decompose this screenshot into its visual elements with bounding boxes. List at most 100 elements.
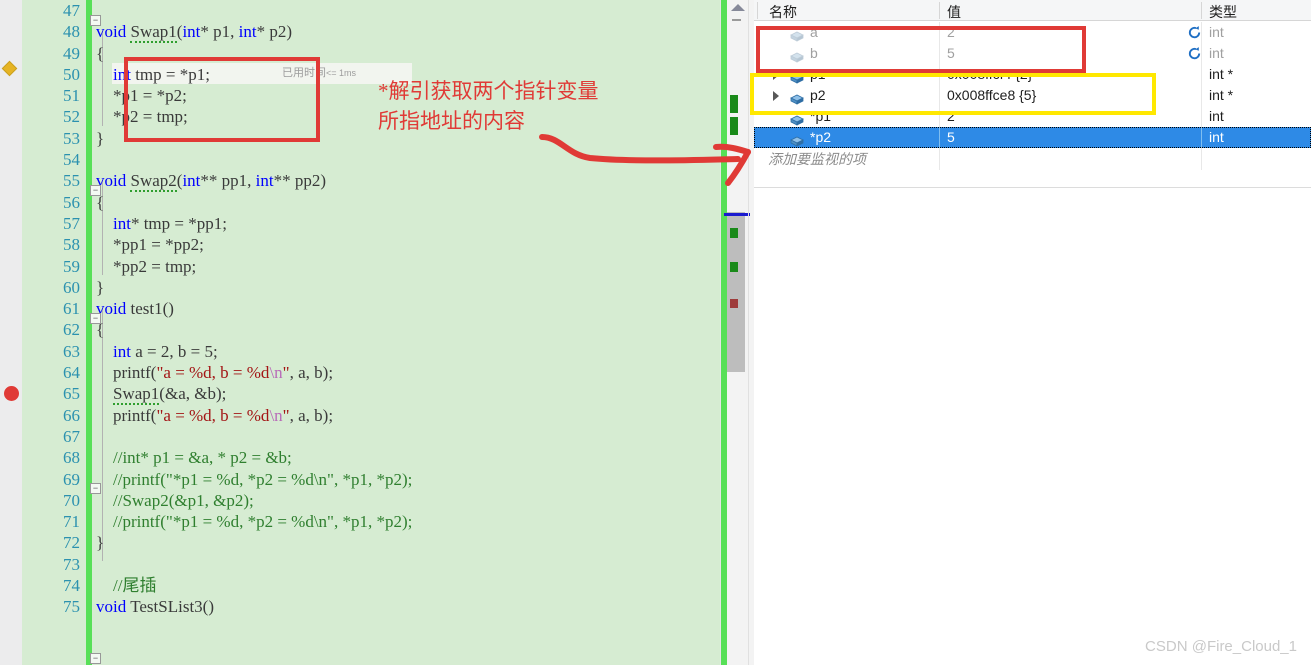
code-lines: 47 48 void Swap1(int* p1, int* p2) 49 {50 in… xyxy=(0,0,720,618)
code-line[interactable]: 48 void Swap1(int* p1, int* p2) xyxy=(0,21,720,44)
scrollbar-mark-breakpoint xyxy=(730,299,738,308)
line-number: 53 xyxy=(63,128,80,148)
code-line[interactable]: 67 xyxy=(0,426,720,447)
fold-toggle-61[interactable]: − xyxy=(90,313,101,324)
line-text[interactable]: void Swap1(int* p1, int* p2) xyxy=(96,21,292,44)
column-header-type[interactable]: 类型 xyxy=(1209,2,1237,22)
line-text[interactable]: void Swap2(int** pp1, int** pp2) xyxy=(96,170,326,193)
line-number: 73 xyxy=(63,554,80,574)
line-number: 47 xyxy=(63,1,80,20)
column-header-value[interactable]: 值 xyxy=(947,2,961,22)
code-line[interactable]: 72} xyxy=(0,532,720,553)
line-number: 51 xyxy=(63,86,80,106)
annotation-red-box-watch-ab xyxy=(756,26,1086,73)
watermark: CSDN @Fire_Cloud_1 xyxy=(1145,638,1297,655)
code-line[interactable]: 62{ xyxy=(0,319,720,340)
code-line[interactable]: 51 *p1 = *p2; xyxy=(0,85,720,106)
code-line[interactable]: 57 int* tmp = *pp1; xyxy=(0,213,720,234)
line-text[interactable]: } xyxy=(96,532,104,553)
line-number: 63 xyxy=(63,341,80,361)
annotation-red-box-code xyxy=(124,57,320,142)
code-line[interactable]: 60} xyxy=(0,277,720,298)
line-text[interactable]: int a = 2, b = 5; xyxy=(96,341,218,362)
line-text[interactable]: void TestSList3() xyxy=(96,596,214,617)
line-number: 49 xyxy=(63,43,80,63)
code-line[interactable]: 47 xyxy=(0,0,720,21)
fold-toggle-75[interactable]: − xyxy=(90,653,101,664)
watch-value[interactable]: 5 xyxy=(947,127,955,148)
line-text[interactable]: { xyxy=(96,43,104,64)
line-number: 75 xyxy=(63,597,80,617)
line-number: 61 xyxy=(63,299,80,319)
watch-type: int * xyxy=(1209,66,1234,82)
watch-add-item-row[interactable]: 添加要监视的项 xyxy=(754,148,1311,170)
code-line[interactable]: 70 //Swap2(&p1, &p2); xyxy=(0,490,720,511)
line-text[interactable]: //int* p1 = &a, * p2 = &b; xyxy=(96,447,292,468)
line-number: 68 xyxy=(63,448,80,468)
code-line[interactable]: 49 { xyxy=(0,43,720,64)
line-text[interactable]: Swap1(&a, &b); xyxy=(96,383,226,406)
code-line[interactable]: 75 void TestSList3() xyxy=(0,596,720,617)
line-number: 66 xyxy=(63,405,80,425)
editor-vertical-scrollbar[interactable] xyxy=(720,0,754,665)
line-number: 71 xyxy=(63,512,80,532)
scroll-up-arrow-icon[interactable] xyxy=(731,4,745,11)
line-text[interactable]: } xyxy=(96,277,104,298)
code-editor[interactable]: 47 48 void Swap1(int* p1, int* p2) 49 {50 in… xyxy=(0,0,720,665)
column-header-name[interactable]: 名称 xyxy=(769,2,797,22)
line-number: 57 xyxy=(63,213,80,233)
code-line[interactable]: 58 *pp1 = *pp2; xyxy=(0,234,720,255)
annotation-red-arrow xyxy=(539,134,751,186)
code-line[interactable]: 61 void test1() xyxy=(0,298,720,319)
code-line[interactable]: 68 //int* p1 = &a, * p2 = &b; xyxy=(0,447,720,468)
line-text[interactable]: printf("a = %d, b = %d\n", a, b); xyxy=(96,362,333,383)
watch-type: int xyxy=(1209,24,1224,40)
line-number: 58 xyxy=(63,235,80,255)
line-text[interactable]: //尾插 xyxy=(96,575,156,596)
line-number: 59 xyxy=(63,256,80,276)
watch-list-bottom-divider xyxy=(754,187,1311,188)
watch-column-header: 名称 值 类型 xyxy=(754,0,1311,21)
line-text[interactable]: int* tmp = *pp1; xyxy=(96,213,227,234)
scrollbar-lane-divider xyxy=(748,0,749,665)
code-line[interactable]: 71 //printf("*p1 = %d, *p2 = %d\n", *p1,… xyxy=(0,511,720,532)
screenshot-root: 47 48 void Swap1(int* p1, int* p2) 49 {50 in… xyxy=(0,0,1311,665)
line-number: 62 xyxy=(63,320,80,340)
code-line[interactable]: 59 *pp2 = tmp; xyxy=(0,256,720,277)
code-line[interactable]: 64 printf("a = %d, b = %d\n", a, b); xyxy=(0,362,720,383)
line-text[interactable]: void test1() xyxy=(96,298,174,319)
line-text[interactable]: //printf("*p1 = %d, *p2 = %d\n", *p1, *p… xyxy=(96,511,412,532)
line-text[interactable]: } xyxy=(96,128,104,149)
variable-cube-icon xyxy=(790,132,804,147)
column-divider[interactable] xyxy=(1201,2,1202,19)
code-line[interactable]: 69 //printf("*p1 = %d, *p2 = %d\n", *p1,… xyxy=(0,469,720,490)
watch-add-placeholder[interactable]: 添加要监视的项 xyxy=(768,148,866,170)
fold-toggle-68[interactable]: − xyxy=(90,483,101,494)
watch-type: int * xyxy=(1209,87,1234,103)
fold-toggle-55[interactable]: − xyxy=(90,185,101,196)
cell-divider xyxy=(1201,106,1202,127)
line-text[interactable]: //Swap2(&p1, &p2); xyxy=(96,490,254,511)
cell-divider xyxy=(1201,64,1202,85)
code-line[interactable]: 66 printf("a = %d, b = %d\n", a, b); xyxy=(0,405,720,426)
line-text[interactable]: printf("a = %d, b = %d\n", a, b); xyxy=(96,405,333,426)
line-text[interactable]: *pp1 = *pp2; xyxy=(96,234,204,255)
scrollbar-mark-green xyxy=(730,262,738,272)
code-line[interactable]: 63 int a = 2, b = 5; xyxy=(0,341,720,362)
column-divider[interactable] xyxy=(939,2,940,19)
line-number: 54 xyxy=(63,150,80,170)
fold-toggle-48[interactable]: − xyxy=(90,15,101,26)
line-number: 67 xyxy=(63,426,80,446)
line-number: 72 xyxy=(63,533,80,553)
code-line[interactable]: 74 //尾插 xyxy=(0,575,720,596)
annotation-yellow-box-watch-pointers xyxy=(750,73,1156,115)
watch-row[interactable]: *p2 5 int xyxy=(754,127,1311,148)
code-line[interactable]: 50 int tmp = *p1; xyxy=(0,64,720,85)
refresh-icon xyxy=(1188,26,1201,39)
line-text[interactable]: //printf("*p1 = %d, *p2 = %d\n", *p1, *p… xyxy=(96,469,412,490)
code-line[interactable]: 73 xyxy=(0,554,720,575)
watch-name[interactable]: *p2 xyxy=(810,127,831,148)
scrollbar-mark-green xyxy=(730,95,738,113)
line-text[interactable]: *pp2 = tmp; xyxy=(96,256,196,277)
code-line[interactable]: 65 Swap1(&a, &b); xyxy=(0,383,720,406)
